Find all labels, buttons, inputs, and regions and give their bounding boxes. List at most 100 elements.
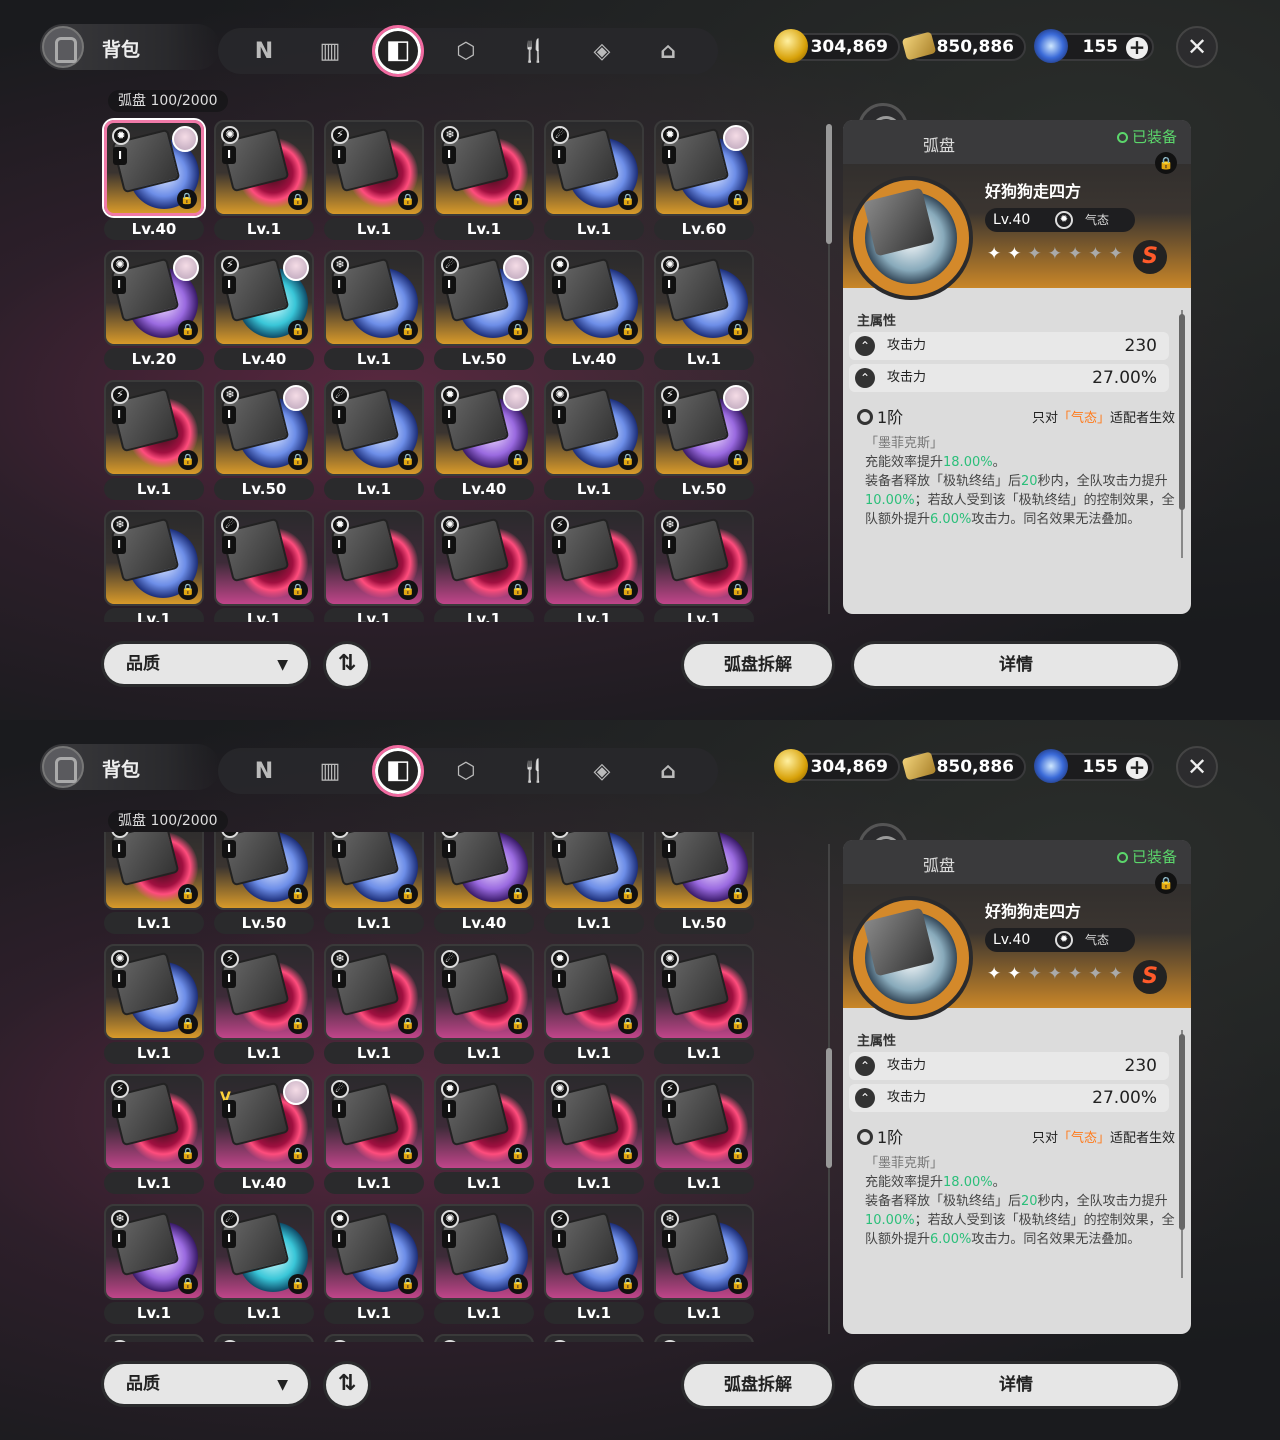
lock-icon[interactable]: 🔒 [398, 580, 418, 600]
detail-scrollbar[interactable] [1179, 310, 1185, 558]
lock-icon[interactable]: 🔒 [618, 1274, 638, 1294]
drive-disc-icon[interactable]: ◧ [372, 25, 424, 77]
lock-icon[interactable]: 🔒 [618, 1144, 638, 1164]
lock-icon[interactable]: 🔒 [288, 190, 308, 210]
detail-lock-icon[interactable]: 🔒 [1155, 152, 1177, 174]
lock-icon[interactable]: 🔒 [618, 580, 638, 600]
quality-filter-dropdown[interactable]: 品质 ▼ [104, 644, 308, 684]
lock-icon[interactable]: 🔒 [288, 1014, 308, 1034]
drive-disc-card[interactable]: ✹I🔒 [104, 120, 204, 216]
drive-disc-card[interactable]: ☄I🔒 [324, 380, 424, 476]
lock-icon[interactable]: 🔒 [288, 884, 308, 904]
lock-icon[interactable]: 🔒 [288, 580, 308, 600]
lock-icon[interactable]: 🔒 [178, 1014, 198, 1034]
drive-disc-card[interactable]: ❄I🔒 [434, 832, 534, 910]
drive-disc-card[interactable]: ✹I🔒 [434, 1074, 534, 1170]
lock-icon[interactable]: 🔒 [728, 190, 748, 210]
lock-icon[interactable]: 🔒 [508, 884, 528, 904]
lock-icon[interactable]: 🔒 [178, 1274, 198, 1294]
lock-icon[interactable]: 🔒 [178, 320, 198, 340]
agent-icon[interactable]: N [248, 756, 280, 788]
lock-icon[interactable]: 🔒 [728, 1014, 748, 1034]
w-engine-icon[interactable]: ▥ [314, 756, 346, 788]
lock-icon[interactable]: 🔒 [728, 320, 748, 340]
drive-disc-card[interactable]: ☄I🔒 [214, 1204, 314, 1300]
drive-disc-card[interactable]: ✺ I 🔒 [654, 944, 754, 1040]
drive-disc-card[interactable]: ☄I🔒 [434, 250, 534, 346]
details-button[interactable]: 详情 [854, 1364, 1178, 1406]
lock-icon[interactable]: 🔒 [288, 1274, 308, 1294]
drive-disc-card[interactable]: ✹I🔒 [654, 120, 754, 216]
drive-disc-card[interactable]: ❄I🔒 [324, 250, 424, 346]
drive-disc-card[interactable]: ✺ I 🔒 [104, 944, 204, 1040]
lock-icon[interactable]: 🔒 [728, 1274, 748, 1294]
lock-icon[interactable]: 🔒 [508, 190, 528, 210]
drive-disc-card[interactable]: ☄I🔒 [104, 1334, 204, 1342]
drive-disc-card[interactable]: ⚡I🔒 [654, 380, 754, 476]
lock-icon[interactable]: 🔒 [178, 450, 198, 470]
home-icon[interactable]: ⌂ [652, 36, 684, 68]
grid-scrollbar[interactable] [826, 838, 832, 1338]
drive-disc-card[interactable]: ✺ I 🔒 [434, 1204, 534, 1300]
drive-disc-card[interactable]: ⚡I🔒 [324, 832, 424, 910]
lock-icon[interactable]: 🔒 [508, 1014, 528, 1034]
lock-icon[interactable]: 🔒 [398, 1274, 418, 1294]
drive-disc-card[interactable]: ✺ I 🔒 [544, 380, 644, 476]
drive-disc-card[interactable]: ✹I🔒 [214, 1334, 314, 1342]
lock-icon[interactable]: 🔒 [508, 450, 528, 470]
drive-disc-card[interactable]: ⚡I🔒 [544, 510, 644, 606]
drive-disc-card[interactable]: ❄I🔒 [544, 1334, 644, 1342]
drive-disc-card[interactable]: ❄I🔒 [434, 120, 534, 216]
add-polychrome-button[interactable]: + [1126, 37, 1148, 59]
drive-disc-card[interactable]: ☄I🔒 [544, 832, 644, 910]
grid-scrollbar[interactable] [826, 118, 832, 618]
lock-icon[interactable]: 🔒 [288, 450, 308, 470]
lock-icon[interactable]: 🔒 [398, 884, 418, 904]
drive-disc-card[interactable]: ✺ I 🔒 [434, 510, 534, 606]
lock-icon[interactable]: 🔒 [508, 1274, 528, 1294]
dismantle-button[interactable]: 弧盘拆解 [684, 644, 832, 686]
lock-icon[interactable]: 🔒 [398, 320, 418, 340]
drive-disc-card[interactable]: ❄I🔒 [324, 944, 424, 1040]
sort-order-button[interactable]: ⇅ [326, 644, 368, 686]
dismantle-button[interactable]: 弧盘拆解 [684, 1364, 832, 1406]
drive-disc-card[interactable]: ✺ I 🔒 [214, 120, 314, 216]
drive-disc-card[interactable]: ☄I🔒 [214, 510, 314, 606]
food-icon[interactable]: 🍴 [518, 756, 550, 788]
lock-icon[interactable]: 🔒 [398, 190, 418, 210]
detail-lock-icon[interactable]: 🔒 [1155, 872, 1177, 894]
drive-disc-card[interactable]: ✹I🔒 [324, 1204, 424, 1300]
lock-icon[interactable]: 🔒 [618, 190, 638, 210]
lock-icon[interactable]: 🔒 [508, 580, 528, 600]
drive-disc-card[interactable]: ☄I🔒 [434, 944, 534, 1040]
material-icon[interactable]: ⬡ [450, 36, 482, 68]
drive-disc-card[interactable]: ❄I🔒 [654, 1204, 754, 1300]
drive-disc-card[interactable]: ☄I🔒 [544, 120, 644, 216]
sort-order-button[interactable]: ⇅ [326, 1364, 368, 1406]
drive-disc-card[interactable]: ✹I🔒 [324, 510, 424, 606]
drive-disc-card[interactable]: ✹I🔒 [434, 380, 534, 476]
material-icon[interactable]: ⬡ [450, 756, 482, 788]
lock-icon[interactable]: 🔒 [618, 320, 638, 340]
lock-icon[interactable]: 🔒 [618, 450, 638, 470]
lock-icon[interactable]: 🔒 [508, 320, 528, 340]
drive-disc-card[interactable]: ⚡I🔒 [324, 120, 424, 216]
drive-disc-card[interactable]: ⚡I🔒 [544, 1204, 644, 1300]
bangboo-icon[interactable]: ◈ [586, 756, 618, 788]
grid-scroll-thumb[interactable] [826, 124, 832, 244]
lock-icon[interactable]: 🔒 [508, 1144, 528, 1164]
drive-disc-card[interactable]: ❄I🔒 [104, 1204, 204, 1300]
lock-icon[interactable]: 🔒 [178, 580, 198, 600]
agent-icon[interactable]: N [248, 36, 280, 68]
bangboo-icon[interactable]: ◈ [586, 36, 618, 68]
drive-disc-card[interactable]: ☄I🔒 [654, 1334, 754, 1342]
lock-icon[interactable]: 🔒 [288, 320, 308, 340]
lock-icon[interactable]: 🔒 [728, 450, 748, 470]
drive-disc-card[interactable]: ⚡I🔒 [214, 944, 314, 1040]
lock-icon[interactable]: 🔒 [728, 580, 748, 600]
drive-disc-card[interactable]: ☄I🔒 [324, 1074, 424, 1170]
drive-disc-card[interactable]: ✹I🔒 [104, 832, 204, 910]
w-engine-icon[interactable]: ▥ [314, 36, 346, 68]
drive-disc-card[interactable]: ⚡I🔒 [654, 1074, 754, 1170]
drive-disc-card[interactable]: ✹I🔒 [544, 944, 644, 1040]
